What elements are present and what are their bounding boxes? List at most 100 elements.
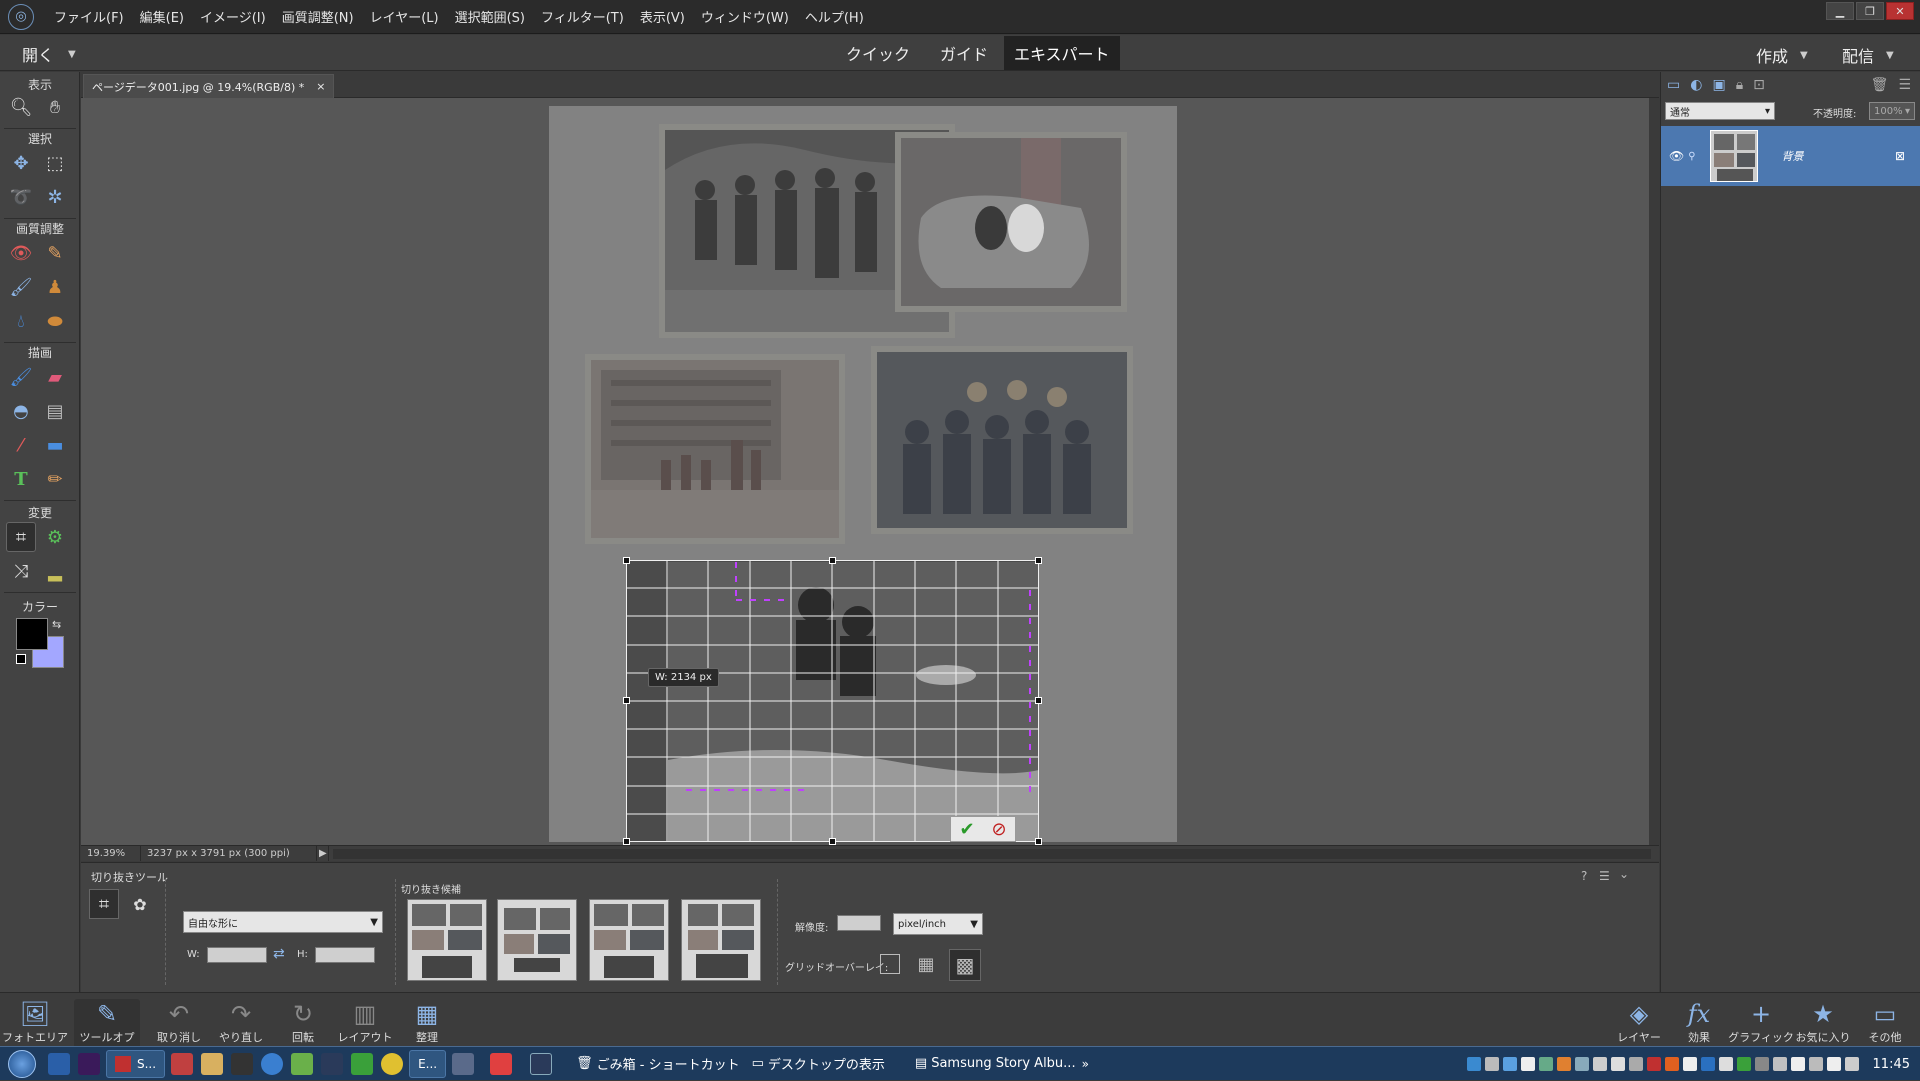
photo-bin-button[interactable]: 🖼︎ フォトエリア <box>2 999 68 1045</box>
ie-icon[interactable] <box>261 1052 284 1075</box>
grid-overlay-grid[interactable]: ▩ <box>949 949 981 981</box>
height-input[interactable] <box>315 947 375 963</box>
move-tool-icon[interactable]: ✥ <box>6 148 36 178</box>
menu-filter[interactable]: フィルター(T) <box>533 7 632 26</box>
adjustment-layer-icon[interactable]: ◐ <box>1690 77 1702 93</box>
layers-button[interactable]: ◈ レイヤー <box>1606 999 1672 1045</box>
pencil-tool-icon[interactable]: ✏︎ <box>40 464 70 494</box>
collapse-chevron-icon[interactable]: ⌄ <box>1619 867 1629 881</box>
tray-icon[interactable] <box>1664 1057 1679 1071</box>
undo-button[interactable]: ↶ 取り消し <box>146 999 212 1045</box>
minimize-button[interactable]: ▁ <box>1826 2 1854 20</box>
layout-button[interactable]: ▥ レイアウト <box>332 999 398 1045</box>
crop-box[interactable] <box>623 557 1042 845</box>
tray-icon[interactable] <box>1754 1057 1769 1071</box>
explorer-icon[interactable] <box>201 1052 224 1075</box>
crop-handle-nw[interactable] <box>623 557 630 564</box>
tab-expert[interactable]: エキスパート <box>1004 36 1120 70</box>
crop-handle-s[interactable] <box>829 838 836 845</box>
hand-tool-icon[interactable]: ✋︎ <box>40 92 70 122</box>
link-icon[interactable]: ⚲ <box>1688 151 1695 162</box>
restore-button[interactable]: ❐ <box>1856 2 1884 20</box>
chrome-icon[interactable] <box>381 1052 404 1075</box>
menu-file[interactable]: ファイル(F) <box>46 7 132 26</box>
tray-icon[interactable] <box>1592 1057 1607 1071</box>
rotate-button[interactable]: ↻ 回転 <box>270 999 336 1045</box>
lock-all-icon[interactable]: ⊡ <box>1753 77 1765 93</box>
help-icon[interactable]: ? <box>1581 869 1587 883</box>
horizontal-scrollbar[interactable] <box>333 849 1651 859</box>
crop-suggestion-3[interactable] <box>589 899 669 981</box>
organizer-button[interactable]: ▦ 整理 <box>394 999 460 1045</box>
red-eye-tool-icon[interactable]: 👁︎ <box>6 238 36 268</box>
battery-icon[interactable] <box>1844 1057 1859 1071</box>
menu-enhance[interactable]: 画質調整(N) <box>274 7 362 26</box>
tab-quick[interactable]: クイック <box>836 36 920 70</box>
crop-handle-se[interactable] <box>1035 838 1042 845</box>
swap-colors-icon[interactable]: ⇆ <box>52 618 61 631</box>
cancel-crop-icon[interactable]: ⊘ <box>991 819 1006 840</box>
tray-icon[interactable] <box>1466 1057 1481 1071</box>
new-layer-icon[interactable]: ▭ <box>1667 77 1680 93</box>
taskbar-pse-active-icon[interactable] <box>530 1052 553 1075</box>
width-input[interactable] <box>207 947 267 963</box>
smart-brush-tool-icon[interactable]: 🖌︎ <box>6 272 36 302</box>
graphics-button[interactable]: + グラフィック <box>1728 999 1794 1045</box>
create-menu[interactable]: 作成 ▼ <box>1756 43 1808 67</box>
menu-view[interactable]: 表示(V) <box>632 7 693 26</box>
tray-icon[interactable] <box>1556 1057 1571 1071</box>
crop-handle-ne[interactable] <box>1035 557 1042 564</box>
menu-window[interactable]: ウィンドウ(W) <box>693 7 797 26</box>
crop-suggestion-1[interactable] <box>407 899 487 981</box>
tray-icon[interactable] <box>1718 1057 1733 1071</box>
share-menu[interactable]: 配信 ▼ <box>1842 43 1894 67</box>
redo-button[interactable]: ↷ やり直し <box>208 999 274 1045</box>
swap-dimensions-icon[interactable]: ⇄ <box>273 946 285 962</box>
spot-healing-tool-icon[interactable]: ✎ <box>40 238 70 268</box>
toolbar-overflow-icon[interactable]: » <box>1082 1057 1089 1071</box>
panel-menu-icon[interactable]: ☰ <box>1898 77 1911 93</box>
taskbar-app-e[interactable]: E... <box>409 1049 447 1078</box>
vertical-scrollbar[interactable] <box>1649 98 1659 845</box>
aspect-ratio-select[interactable]: 自由な形に ▼ <box>183 911 383 933</box>
taskbar-acrobat-icon[interactable] <box>490 1052 513 1075</box>
recompose-tool-icon[interactable]: ⚙︎ <box>40 522 70 552</box>
magic-wand-tool-icon[interactable]: ✲ <box>40 182 70 212</box>
document-tab[interactable]: ページデータ001.jpg @ 19.4%(RGB/8) * × <box>83 74 335 98</box>
clone-stamp-tool-icon[interactable]: ♟ <box>40 272 70 302</box>
recycle-bin-shortcut[interactable]: 🗑︎ ごみ箱 - ショートカット <box>576 1054 739 1073</box>
grid-overlay-thirds[interactable]: ▦ <box>913 951 939 977</box>
crop-handle-sw[interactable] <box>623 838 630 845</box>
word-icon[interactable] <box>48 1052 70 1075</box>
favorites-button[interactable]: ★ お気に入り <box>1790 999 1856 1045</box>
menu-help[interactable]: ヘルプ(H) <box>797 7 872 26</box>
taskbar-app-icon[interactable] <box>452 1052 475 1075</box>
type-tool-icon[interactable]: T <box>6 464 36 494</box>
grid-overlay-none[interactable] <box>877 951 903 977</box>
paint-bucket-tool-icon[interactable]: ◓ <box>6 396 36 426</box>
taskbar-green-app-icon[interactable] <box>291 1052 314 1075</box>
photoshop-elements-icon[interactable] <box>321 1052 344 1075</box>
open-button[interactable]: 開く ▼ <box>22 42 76 66</box>
gradient-tool-icon[interactable]: ▤ <box>40 396 70 426</box>
status-menu-arrow-icon[interactable]: ▶ <box>317 846 329 861</box>
commit-check-icon[interactable]: ✔ <box>959 819 974 840</box>
tray-icon[interactable] <box>1610 1057 1625 1071</box>
tray-icon[interactable] <box>1772 1057 1787 1071</box>
blend-mode-select[interactable]: 通常 ▾ <box>1665 102 1775 120</box>
taskbar-dark-app-icon[interactable] <box>231 1052 254 1075</box>
start-button[interactable] <box>0 1047 44 1081</box>
lasso-tool-icon[interactable]: ➰ <box>6 182 36 212</box>
crop-mode-icon[interactable]: ⌗ <box>89 889 119 919</box>
tray-icon[interactable] <box>1538 1057 1553 1071</box>
effects-button[interactable]: fx 効果 <box>1666 999 1732 1045</box>
straighten-tool-icon[interactable]: ▂ <box>40 556 70 586</box>
layer-mask-icon[interactable]: ▣ <box>1712 77 1725 93</box>
tray-icon[interactable] <box>1700 1057 1715 1071</box>
tray-icon[interactable] <box>1646 1057 1661 1071</box>
more-button[interactable]: ▭ その他 <box>1852 999 1918 1045</box>
lock-layer-icon[interactable]: ⊠ <box>1895 149 1905 163</box>
marquee-tool-icon[interactable]: ⬚ <box>40 148 70 178</box>
tray-icon[interactable] <box>1736 1057 1751 1071</box>
brush-tool-icon[interactable]: 🖌︎ <box>6 362 36 392</box>
